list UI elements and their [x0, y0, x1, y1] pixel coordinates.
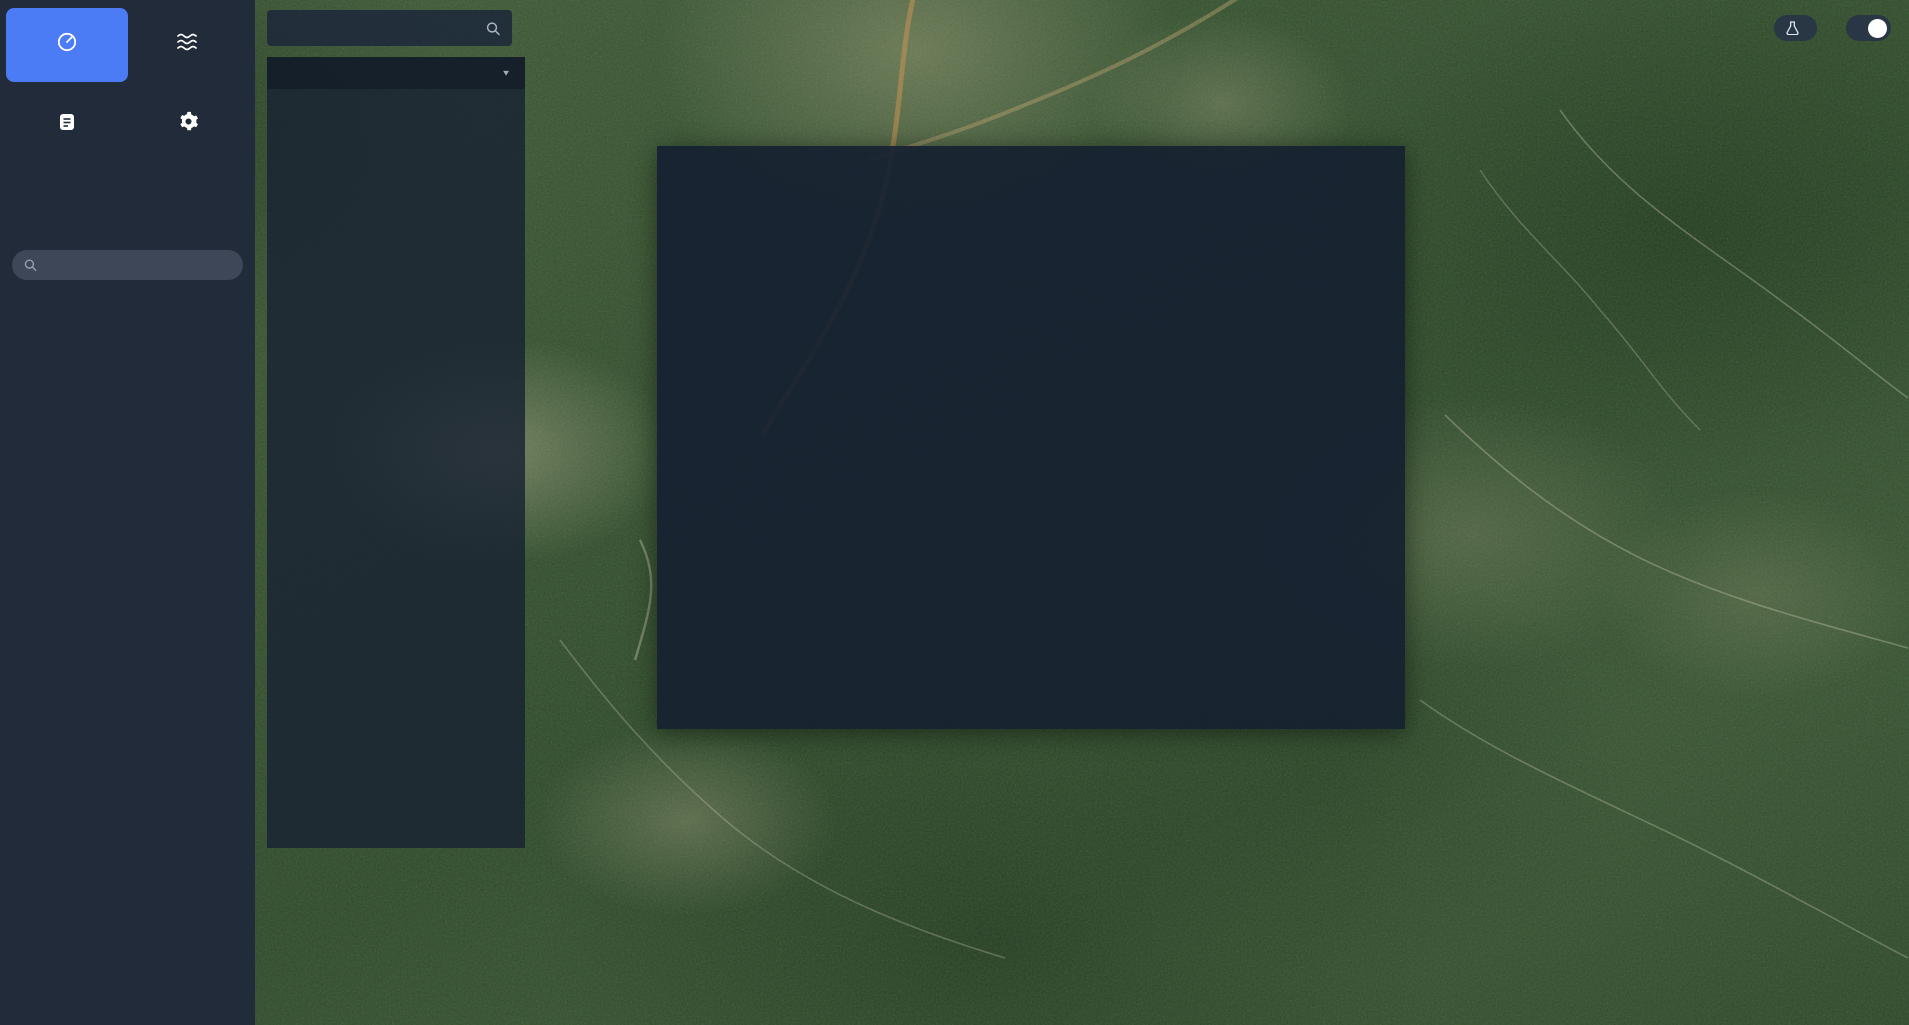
- chevron-down-icon: ▼: [501, 69, 511, 78]
- detail-toggle[interactable]: [1846, 15, 1891, 41]
- module-planned-water-use[interactable]: [128, 8, 250, 82]
- flask-icon: [1786, 21, 1799, 35]
- station-filter-header: ▼: [267, 57, 525, 89]
- module-grid: [0, 0, 255, 162]
- waves-icon: [176, 31, 200, 53]
- module-water-intake-management[interactable]: [6, 8, 128, 82]
- app-root: ▼: [0, 0, 1909, 1025]
- modal-title: [657, 146, 1405, 161]
- search-icon: [486, 21, 500, 36]
- source-type-filter[interactable]: ▼: [495, 68, 511, 79]
- station-detail-modal: [657, 146, 1405, 729]
- station-search-input[interactable]: [279, 21, 486, 36]
- station-search[interactable]: [267, 10, 512, 46]
- toggle-knob[interactable]: [1868, 19, 1887, 38]
- gear-icon: [178, 111, 199, 133]
- chart-area: [681, 404, 1381, 701]
- meter-icon: [56, 31, 78, 53]
- module-water-saving-management[interactable]: [6, 88, 128, 162]
- annual-volume-line-chart: [681, 428, 1381, 696]
- module-business-settings[interactable]: [128, 88, 250, 162]
- keyword-search-input[interactable]: [45, 258, 231, 273]
- search-icon: [24, 258, 37, 272]
- sidebar: [0, 0, 255, 1025]
- chart-legend: [681, 404, 1381, 428]
- over-plan-intake-pill[interactable]: [1774, 15, 1817, 41]
- document-icon: [57, 111, 77, 133]
- station-list-panel: ▼: [267, 57, 525, 848]
- keyword-search[interactable]: [12, 250, 243, 280]
